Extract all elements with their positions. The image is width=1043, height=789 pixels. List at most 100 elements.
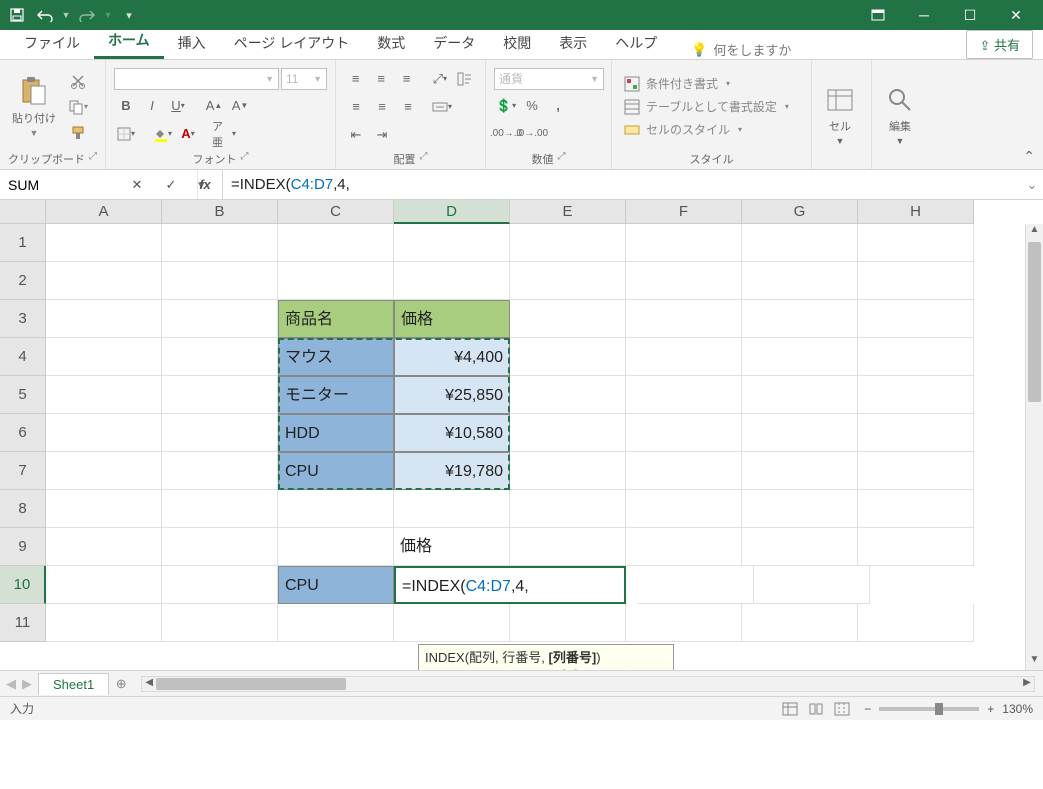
cell-A9[interactable] [46,528,162,566]
cell-A1[interactable] [46,224,162,262]
cancel-formula-button[interactable]: ✕ [120,170,154,199]
fill-color-button[interactable]: ▾ [150,122,174,146]
zoom-in-button[interactable]: + [987,702,994,716]
ribbon-display-options[interactable] [855,0,901,30]
cell-D11[interactable] [394,604,510,642]
zoom-level[interactable]: 130% [1002,702,1033,716]
cell-F6[interactable] [626,414,742,452]
bold-button[interactable]: B [114,94,138,118]
hscroll-thumb[interactable] [156,678,346,690]
borders-button[interactable]: ▾ [114,122,138,146]
align-right-button[interactable]: ≡ [396,95,420,119]
phonetic-button[interactable]: ア亜 ▾ [212,122,236,146]
editing-button[interactable]: 編集 ▼ [880,64,920,165]
cell-B7[interactable] [162,452,278,490]
clipboard-launcher[interactable]: ⤢ [89,151,97,167]
formula-input[interactable]: =INDEX(C4:D7,4, [223,170,1021,199]
paste-button[interactable]: 貼り付け ▼ [8,64,60,149]
cell-D7[interactable]: ¥19,780 [394,452,510,490]
grid-body[interactable]: 1 2 3商品名価格 4マウス¥4,400 5モニター¥25,850 6HDD¥… [0,224,1043,670]
share-button[interactable]: ⇪ 共有 [966,30,1033,59]
col-header-B[interactable]: B [162,200,278,224]
cell-H5[interactable] [858,376,974,414]
scroll-up-arrow[interactable]: ▲ [1026,224,1043,240]
row-header-8[interactable]: 8 [0,490,46,528]
font-size-combo[interactable]: 11▼ [281,68,327,90]
tab-insert[interactable]: 挿入 [164,27,220,59]
cell-H1[interactable] [858,224,974,262]
copy-button[interactable]: ▾ [66,95,90,119]
increase-indent-button[interactable]: ⇥ [370,123,394,147]
cell-F8[interactable] [626,490,742,528]
cell-E5[interactable] [510,376,626,414]
cell-F11[interactable] [626,604,742,642]
tell-me[interactable]: 💡 何をしますか [691,40,791,59]
cell-D10[interactable]: =INDEX(C4:D7,4, [394,566,626,604]
cell-E4[interactable] [510,338,626,376]
horizontal-scrollbar[interactable]: ◀ ▶ [141,676,1035,692]
cell-A5[interactable] [46,376,162,414]
cell-H6[interactable] [858,414,974,452]
align-center-button[interactable]: ≡ [370,95,394,119]
cell-D2[interactable] [394,262,510,300]
undo-dropdown[interactable]: ▼ [60,3,72,27]
cells-button[interactable]: セル ▼ [820,64,860,165]
expand-formula-bar[interactable]: ⌄ [1021,170,1043,199]
zoom-out-button[interactable]: − [864,702,871,716]
select-all-corner[interactable] [0,200,46,224]
cell-F3[interactable] [626,300,742,338]
col-header-G[interactable]: G [742,200,858,224]
scroll-down-arrow[interactable]: ▼ [1026,654,1043,670]
cell-H11[interactable] [858,604,974,642]
percent-format-button[interactable]: % [520,94,544,118]
cell-B5[interactable] [162,376,278,414]
cell-B8[interactable] [162,490,278,528]
cell-B10[interactable] [162,566,278,604]
row-header-11[interactable]: 11 [0,604,46,642]
cell-H7[interactable] [858,452,974,490]
decrease-indent-button[interactable]: ⇤ [344,123,368,147]
vertical-scrollbar[interactable]: ▲ ▼ [1025,224,1043,670]
row-header-1[interactable]: 1 [0,224,46,262]
scroll-right-arrow[interactable]: ▶ [1020,677,1034,691]
font-launcher[interactable]: ⤢ [241,151,249,167]
page-layout-view-button[interactable] [804,699,828,719]
minimize-button[interactable]: ─ [901,0,947,30]
font-name-combo[interactable]: ▼ [114,68,279,90]
cell-E2[interactable] [510,262,626,300]
cell-F10[interactable] [626,566,638,604]
cell-A2[interactable] [46,262,162,300]
cell-E7[interactable] [510,452,626,490]
page-break-view-button[interactable] [830,699,854,719]
align-bottom-button[interactable]: ≡ [395,67,418,91]
cell-G2[interactable] [742,262,858,300]
cell-A8[interactable] [46,490,162,528]
col-header-F[interactable]: F [626,200,742,224]
cell-B2[interactable] [162,262,278,300]
row-header-10[interactable]: 10 [0,566,46,604]
row-header-6[interactable]: 6 [0,414,46,452]
cell-E6[interactable] [510,414,626,452]
tab-formulas[interactable]: 数式 [363,27,419,59]
cell-C10[interactable]: CPU [278,566,394,604]
tab-view[interactable]: 表示 [545,27,601,59]
redo-dropdown[interactable]: ▼ [102,3,114,27]
tab-page-layout[interactable]: ページ レイアウト [220,27,364,59]
increase-font-button[interactable]: A▲ [202,94,226,118]
row-header-9[interactable]: 9 [0,528,46,566]
cell-B9[interactable] [162,528,278,566]
col-header-H[interactable]: H [858,200,974,224]
cell-D5[interactable]: ¥25,850 [394,376,510,414]
cell-C4[interactable]: マウス [278,338,394,376]
row-header-7[interactable]: 7 [0,452,46,490]
align-top-button[interactable]: ≡ [344,67,367,91]
cell-G9[interactable] [742,528,858,566]
cell-F9[interactable] [626,528,742,566]
cell-D6[interactable]: ¥10,580 [394,414,510,452]
cell-B1[interactable] [162,224,278,262]
cell-C5[interactable]: モニター [278,376,394,414]
cell-H8[interactable] [858,490,974,528]
sheet-nav-next[interactable]: ▶ [22,676,32,692]
cell-F2[interactable] [626,262,742,300]
align-left-button[interactable]: ≡ [344,95,368,119]
